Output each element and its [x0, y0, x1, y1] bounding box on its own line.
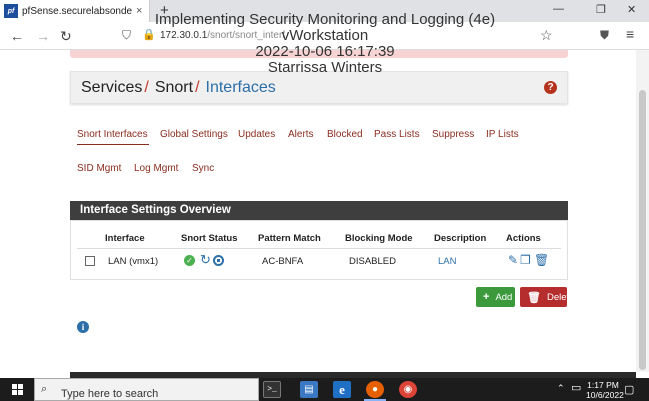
firefox-icon[interactable]: ●: [366, 381, 384, 398]
minimize-icon[interactable]: —: [553, 3, 564, 15]
info-icon[interactable]: i: [77, 321, 89, 333]
add-button[interactable]: + Add: [476, 287, 515, 307]
clock-time: 1:17 PM: [587, 380, 619, 390]
tab-ip-lists[interactable]: IP Lists: [486, 129, 519, 140]
window-close-icon[interactable]: ✕: [627, 3, 636, 16]
watermark-course: Implementing Security Monitoring and Log…: [154, 11, 496, 28]
chrome-icon[interactable]: ◉: [399, 381, 417, 398]
active-tab-underline: [77, 144, 149, 145]
panel-title: Interface Settings Overview: [70, 201, 568, 220]
tray-expand-icon[interactable]: ⌃: [557, 383, 565, 394]
windows-start-icon[interactable]: [12, 384, 23, 395]
pocket-icon[interactable]: ⛊: [600, 28, 609, 43]
cell-blocking-mode: DISABLED: [349, 256, 396, 267]
tab-updates[interactable]: Updates: [238, 129, 275, 140]
cell-pattern-match: AC-BNFA: [262, 256, 304, 267]
column-header-description: Description: [434, 233, 487, 244]
column-header-interface: Interface: [105, 233, 145, 244]
tab-sid-mgmt[interactable]: SID Mgmt: [77, 163, 121, 174]
delete-button[interactable]: 🗑 Delete: [520, 287, 574, 307]
column-header-blocking-mode: Blocking Mode: [345, 233, 413, 244]
notification-icon[interactable]: ▢: [624, 383, 634, 396]
forward-arrow-icon[interactable]: →: [36, 28, 50, 44]
tab-pass-lists[interactable]: Pass Lists: [374, 129, 420, 140]
breadcrumb-snort[interactable]: Snort: [155, 79, 193, 97]
stop-icon[interactable]: [213, 255, 224, 266]
terminal-icon[interactable]: >_: [263, 381, 281, 398]
interfaces-table: [70, 220, 568, 280]
tab-snort-interfaces[interactable]: Snort Interfaces: [77, 129, 148, 140]
breadcrumb-separator: /: [144, 78, 149, 96]
taskbar-clock[interactable]: 1:17 PM 10/6/2022: [586, 380, 624, 400]
watermark-workstation: vWorkstation: [281, 27, 369, 44]
browser-tab-title: pfSense.securelabsondemand.c: [22, 5, 132, 17]
search-icon: ⌕: [41, 383, 48, 395]
task-view-icon[interactable]: ▤: [300, 381, 318, 398]
breadcrumb-services[interactable]: Services: [81, 79, 142, 97]
bookmark-star-icon[interactable]: ☆: [540, 27, 553, 44]
browser-tab[interactable]: pf pfSense.securelabsondemand.c ×: [0, 0, 150, 22]
page-scrollbar[interactable]: [636, 50, 649, 372]
pencil-icon[interactable]: ✎: [508, 253, 518, 267]
breadcrumb-separator: /: [195, 78, 200, 96]
taskbar-search-placeholder: Type here to search: [61, 388, 159, 400]
check-circle-icon: ✓: [184, 255, 195, 266]
scrollbar-thumb[interactable]: [639, 90, 646, 370]
trash-icon: 🗑: [527, 291, 541, 304]
maximize-icon[interactable]: ❐: [596, 3, 606, 16]
tab-global-settings[interactable]: Global Settings: [160, 129, 228, 140]
edge-browser-icon[interactable]: e: [333, 381, 351, 398]
help-icon[interactable]: ?: [544, 81, 557, 94]
tab-suppress[interactable]: Suppress: [432, 129, 474, 140]
cell-interface: LAN (vmx1): [108, 256, 159, 267]
restart-icon[interactable]: ↻: [200, 252, 211, 268]
shield-icon[interactable]: ⛉: [122, 28, 131, 43]
tab-alerts[interactable]: Alerts: [288, 129, 314, 140]
copy-icon[interactable]: ❐: [520, 253, 531, 267]
watermark-timestamp: 2022-10-06 16:17:39: [255, 43, 395, 60]
row-select-checkbox[interactable]: [85, 256, 95, 266]
tab-sync[interactable]: Sync: [192, 163, 214, 174]
table-header-divider: [77, 248, 561, 249]
back-arrow-icon[interactable]: ←: [10, 28, 24, 44]
breadcrumb-interfaces[interactable]: Interfaces: [206, 79, 276, 97]
network-icon[interactable]: ▭: [571, 381, 581, 394]
watermark: Implementing Security Monitoring and Log…: [140, 12, 510, 76]
pfsense-favicon-icon: pf: [4, 4, 18, 18]
column-header-snort-status: Snort Status: [181, 233, 238, 244]
trash-icon[interactable]: 🗑: [534, 253, 549, 267]
delete-button-label: Delete: [546, 291, 575, 303]
watermark-user: Starrissa Winters: [267, 59, 383, 76]
tab-log-mgmt[interactable]: Log Mgmt: [134, 163, 178, 174]
column-header-actions: Actions: [506, 233, 541, 244]
reload-icon[interactable]: ↻: [60, 28, 72, 45]
clock-date: 10/6/2022: [586, 390, 624, 400]
plus-icon: +: [483, 291, 490, 303]
menu-icon[interactable]: ≡: [626, 26, 634, 42]
column-header-pattern-match: Pattern Match: [258, 233, 321, 244]
cell-description-link[interactable]: LAN: [438, 256, 456, 267]
add-button-label: Add: [495, 291, 513, 303]
tab-blocked[interactable]: Blocked: [327, 129, 363, 140]
